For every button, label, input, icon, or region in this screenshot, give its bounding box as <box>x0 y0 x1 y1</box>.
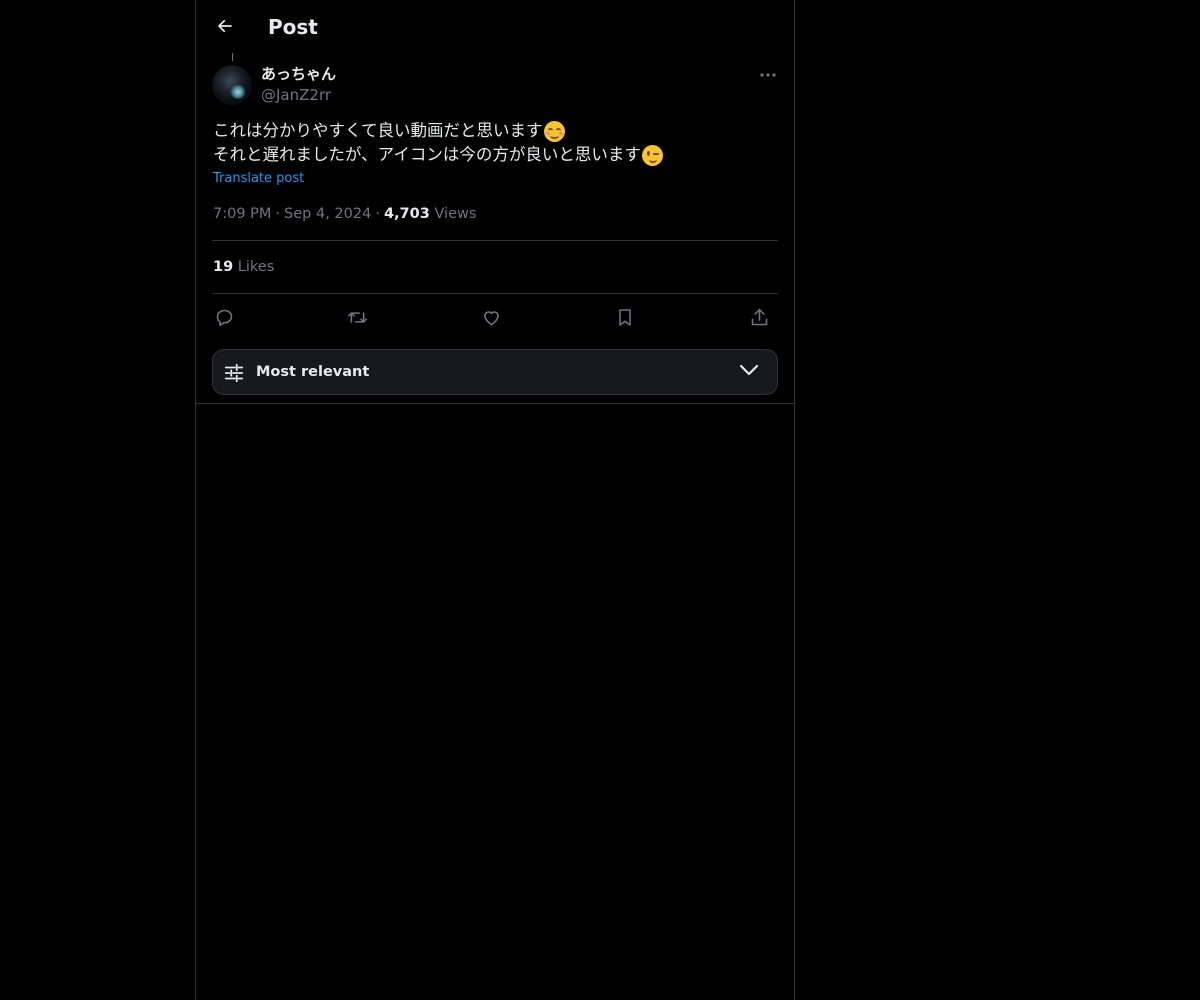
page-title: Post <box>268 15 318 39</box>
bookmark-button[interactable] <box>612 304 638 330</box>
back-button[interactable] <box>208 9 242 43</box>
sliders-icon <box>223 362 245 384</box>
arrow-left-icon <box>216 17 234 35</box>
heart-icon <box>481 307 502 328</box>
views-count: 4,703 <box>383 206 430 222</box>
thread-connector-line <box>232 53 233 61</box>
post-line-text: それと遅れましたが、アイコンは今の方が良いと思います <box>213 145 641 164</box>
smiling-face-with-smiling-eyes-emoji <box>543 120 565 142</box>
post-text-line: これは分かりやすくて良い動画だと思います <box>213 119 783 143</box>
section-divider <box>196 403 794 404</box>
like-button[interactable] <box>478 304 504 330</box>
views-label: Views <box>434 206 477 222</box>
post-meta: 7:09 PM · Sep 4, 2024 · 4,703 Views <box>213 204 476 224</box>
meta-separator: · <box>275 206 281 222</box>
divider <box>212 240 778 241</box>
winking-face-emoji <box>641 144 663 166</box>
repost-icon <box>346 307 369 328</box>
divider <box>212 293 778 294</box>
post-time[interactable]: 7:09 PM <box>213 206 271 222</box>
author-avatar[interactable] <box>212 65 252 105</box>
repost-button[interactable] <box>344 304 370 330</box>
share-button[interactable] <box>746 304 772 330</box>
more-horizontal-icon <box>760 73 776 77</box>
post-line-text: これは分かりやすくて良い動画だと思います <box>213 121 543 140</box>
page-header: Post <box>196 0 794 53</box>
bookmark-icon <box>615 307 635 328</box>
post-detail-column: Post あっちゃん @JanZ2rr これは分かりやすくて良い動画だと思います… <box>195 0 795 1000</box>
chevron-down-icon <box>739 363 759 377</box>
sort-label: Most relevant <box>256 364 370 380</box>
more-options-button[interactable] <box>756 64 780 86</box>
post-text: これは分かりやすくて良い動画だと思います それと遅れましたが、アイコンは今の方が… <box>213 119 783 167</box>
reply-icon <box>214 307 235 328</box>
likes-label: Likes <box>237 259 275 275</box>
likes-stat[interactable]: 19 Likes <box>213 257 274 277</box>
share-icon <box>749 307 770 328</box>
reply-button[interactable] <box>211 304 237 330</box>
replies-sort-dropdown[interactable]: Most relevant <box>212 349 778 395</box>
meta-separator: · <box>375 206 380 222</box>
author-display-name[interactable]: あっちゃん <box>261 64 336 84</box>
translate-post-link[interactable]: Translate post <box>213 170 304 188</box>
post-text-line: それと遅れましたが、アイコンは今の方が良いと思います <box>213 143 783 167</box>
likes-count: 19 <box>213 259 234 275</box>
author-handle[interactable]: @JanZ2rr <box>261 85 331 105</box>
post-actions-bar <box>212 304 778 330</box>
post-date[interactable]: Sep 4, 2024 <box>284 206 371 222</box>
